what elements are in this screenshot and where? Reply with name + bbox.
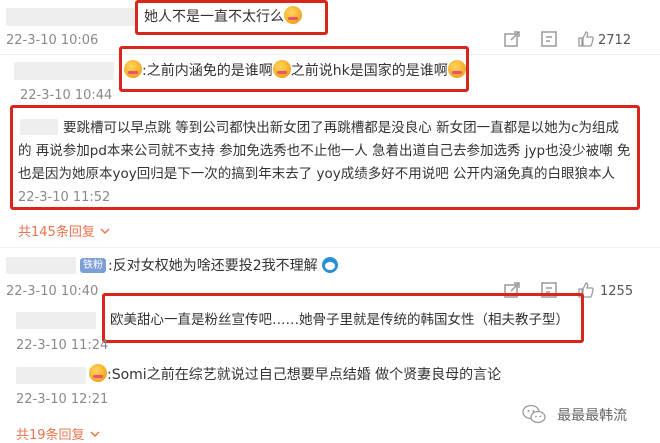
comment-text: :之前内涵免的是谁啊 之前说hk是国家的是谁啊 [124, 60, 466, 82]
comment-time: 22-3-10 11:52 [18, 190, 111, 205]
comment-icon[interactable] [540, 30, 558, 52]
doraemon-emoji-icon [322, 257, 339, 273]
chevron-down-icon [100, 228, 110, 235]
emoji-icon [124, 60, 142, 78]
blurred-username [16, 312, 96, 329]
comment-line: 要跳槽可以早点跳 等到公司都快出新女团了再跳槽都是没良心 新女团一直都是以她为c… [63, 120, 620, 136]
view-replies-link[interactable]: 共145条回复 [18, 221, 111, 240]
comment-time: 22-3-10 10:40 [6, 284, 99, 299]
chevron-down-icon [90, 431, 100, 438]
watermark: 最最最韩流 [522, 404, 627, 425]
comment-text: 铁粉:反对女权她为啥还要投2我不理解 [80, 255, 339, 277]
view-replies-link[interactable]: 共19条回复 [16, 424, 101, 443]
wechat-logo-icon [522, 404, 546, 424]
divider [0, 247, 660, 248]
blush-emoji-icon [272, 60, 291, 78]
comment-time: 22-3-10 10:44 [20, 88, 113, 103]
comment-time: 22-3-10 11:24 [16, 338, 109, 353]
comment-line: 也是因为她原本yoy回归是下一次的搞到年末去了 yoy成绩多好不用说吧 公开内涵… [18, 166, 616, 182]
comment-time: 22-3-10 10:06 [6, 33, 99, 48]
blurred-username [20, 119, 58, 135]
comment-text: :Somi之前在综艺就说过自己想要早点结婚 做个贤妻良母的言论 [89, 364, 501, 386]
blurred-username [16, 367, 86, 384]
blurred-username [6, 8, 136, 26]
like-count: 2712 [598, 33, 632, 48]
like-count: 1255 [600, 284, 634, 299]
blush-emoji-icon [284, 6, 302, 24]
comment-text: 欧美甜心一直是粉丝宣传吧……她骨子里就是传统的韩国女性（相夫教子型） [110, 312, 569, 328]
like-icon[interactable] [577, 30, 595, 52]
blurred-username [6, 257, 76, 274]
blurred-username [14, 62, 114, 80]
comment-line: 的 再说参加pd本来公司就不支持 参加免选秀也不止他一人 急着出道自己去参加选秀… [18, 143, 631, 159]
share-icon[interactable] [503, 30, 521, 52]
fan-badge: 铁粉 [80, 258, 106, 273]
emoji-icon [89, 364, 107, 382]
comment-text: 她人不是一直不太行么 [144, 6, 302, 28]
comment-time: 22-3-10 12:21 [16, 392, 109, 407]
blush-emoji-icon [447, 60, 466, 78]
